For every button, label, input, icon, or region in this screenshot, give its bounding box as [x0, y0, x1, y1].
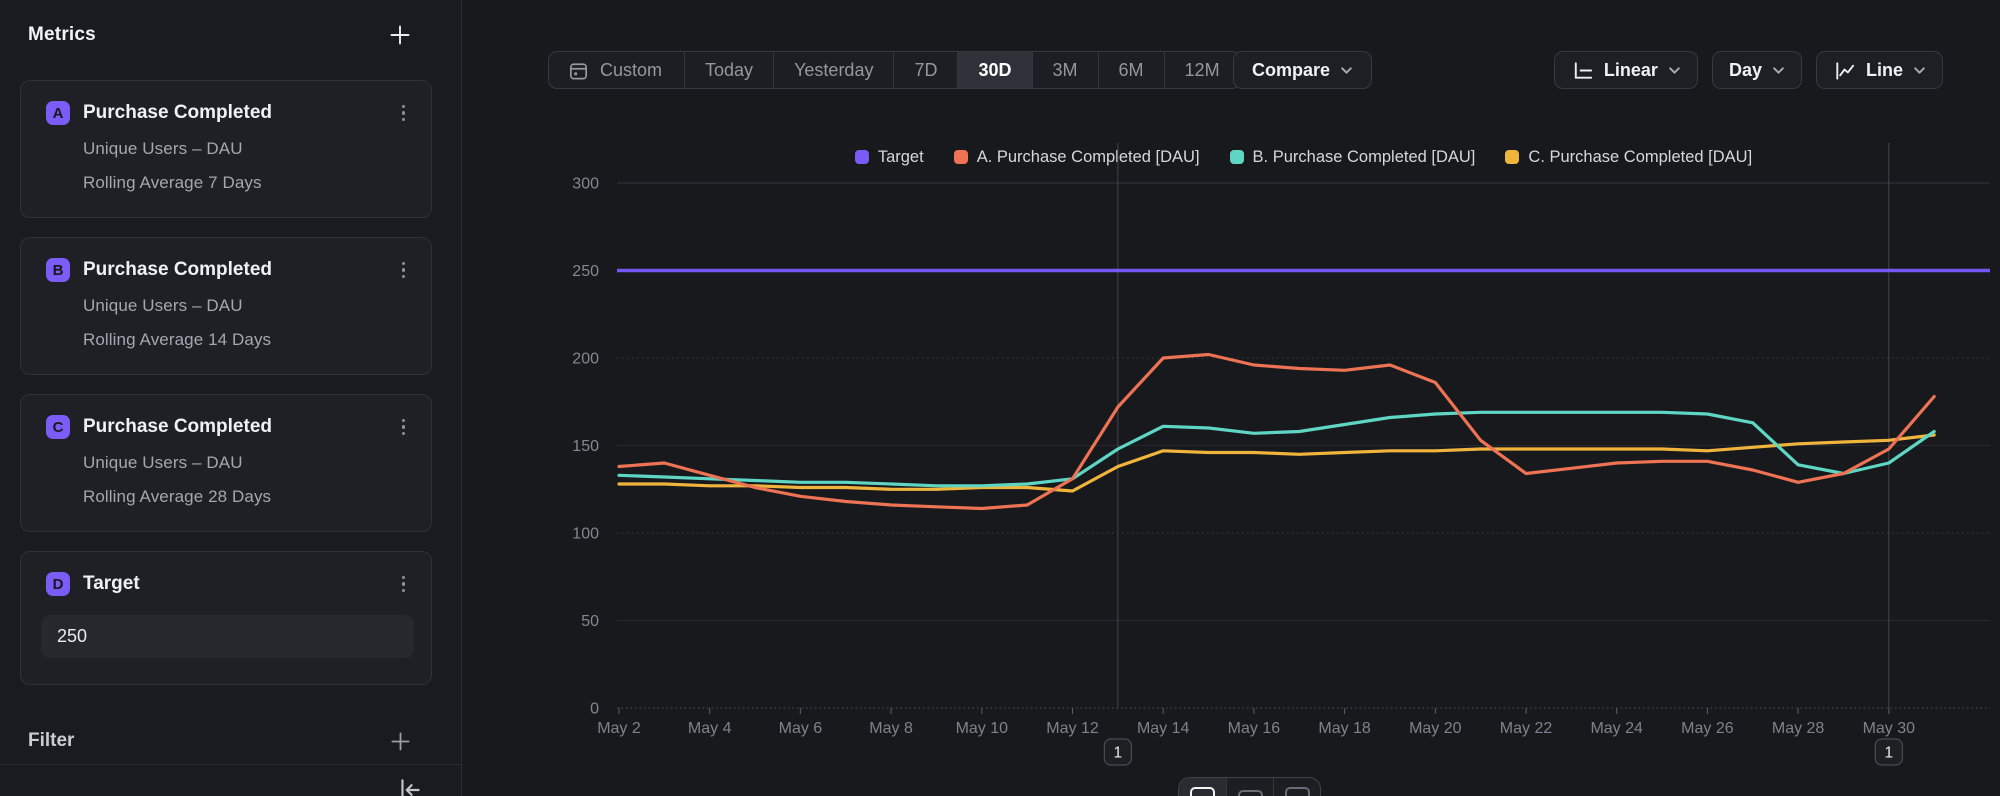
metric-badge: A: [46, 101, 70, 125]
plus-icon: [389, 730, 412, 753]
metrics-title: Metrics: [28, 24, 96, 46]
metric-badge: B: [46, 258, 70, 282]
sidebar-divider: [0, 764, 462, 765]
metric-badge: D: [46, 572, 70, 596]
metric-measurement: Unique Users – DAU: [83, 453, 409, 473]
filter-header: Filter: [0, 726, 462, 756]
filter-label: Filter: [28, 730, 74, 752]
target-value-input[interactable]: 250: [41, 615, 414, 658]
metric-title: Purchase Completed: [83, 259, 398, 281]
svg-text:150: 150: [572, 438, 599, 455]
collapse-sidebar-button[interactable]: [396, 776, 424, 796]
svg-text:50: 50: [581, 613, 599, 630]
svg-text:May 14: May 14: [1137, 720, 1190, 737]
svg-text:May 28: May 28: [1772, 720, 1825, 737]
svg-text:May 18: May 18: [1318, 720, 1371, 737]
svg-text:May 24: May 24: [1590, 720, 1643, 737]
card-menu-button[interactable]: [398, 102, 410, 125]
sidebar: Metrics A Purchase Completed Unique User…: [0, 0, 462, 796]
svg-text:300: 300: [572, 176, 599, 193]
metric-title: Purchase Completed: [83, 416, 398, 438]
svg-text:May 26: May 26: [1681, 720, 1734, 737]
view-toggle-split[interactable]: [1226, 778, 1273, 796]
chart-svg: 050100150200250300May 2May 4May 6May 8Ma…: [462, 0, 2000, 796]
card-menu-button[interactable]: [398, 573, 410, 596]
metric-card[interactable]: B Purchase Completed Unique Users – DAU …: [20, 237, 432, 375]
y-axis-labels: 0 50 100 150 200 250 300: [572, 176, 599, 718]
annotation-badge[interactable]: 1: [1104, 739, 1131, 765]
view-toggle-group: [1178, 777, 1321, 796]
board-view-icon: [1190, 787, 1215, 796]
svg-text:May 16: May 16: [1228, 720, 1281, 737]
metric-card-header: C Purchase Completed: [46, 415, 409, 439]
svg-text:May 22: May 22: [1500, 720, 1553, 737]
plus-icon: [388, 23, 412, 47]
target-card[interactable]: D Target 250: [20, 551, 432, 685]
svg-text:1: 1: [1114, 745, 1123, 762]
view-toggle-table[interactable]: [1273, 778, 1320, 796]
metric-measurement: Unique Users – DAU: [83, 296, 409, 316]
metric-badge: C: [46, 415, 70, 439]
svg-text:May 4: May 4: [688, 720, 732, 737]
metric-measurement: Unique Users – DAU: [83, 139, 409, 159]
metric-rolling-average: Rolling Average 28 Days: [83, 487, 409, 507]
annotation-badge[interactable]: 1: [1875, 739, 1902, 765]
split-view-icon: [1238, 790, 1263, 796]
metric-rolling-average: Rolling Average 14 Days: [83, 330, 409, 350]
card-menu-button[interactable]: [398, 259, 410, 282]
metric-card-list: A Purchase Completed Unique Users – DAU …: [20, 80, 432, 704]
metrics-header: Metrics: [0, 20, 462, 50]
svg-text:250: 250: [572, 263, 599, 280]
view-toggle-chart[interactable]: [1179, 778, 1226, 796]
svg-text:May 2: May 2: [597, 720, 641, 737]
metric-card-header: B Purchase Completed: [46, 258, 409, 282]
x-axis-labels: May 2 May 4 May 6 May 8 May 10 May 12 May 14 Ma…: [597, 708, 1915, 737]
svg-text:May 12: May 12: [1046, 720, 1099, 737]
metric-card[interactable]: A Purchase Completed Unique Users – DAU …: [20, 80, 432, 218]
svg-text:May 6: May 6: [779, 720, 823, 737]
annotation-lines: [1118, 143, 1889, 708]
add-filter-button[interactable]: [389, 730, 412, 753]
svg-text:100: 100: [572, 526, 599, 543]
svg-text:May 30: May 30: [1863, 720, 1916, 737]
table-view-icon: [1285, 787, 1310, 796]
svg-text:1: 1: [1884, 745, 1893, 762]
metric-rolling-average: Rolling Average 7 Days: [83, 173, 409, 193]
svg-text:May 10: May 10: [956, 720, 1009, 737]
target-title: Target: [83, 573, 398, 595]
metric-card[interactable]: C Purchase Completed Unique Users – DAU …: [20, 394, 432, 532]
add-metric-button[interactable]: [388, 23, 412, 47]
collapse-left-icon: [396, 776, 424, 796]
target-card-header: D Target: [46, 572, 409, 596]
card-menu-button[interactable]: [398, 416, 410, 439]
svg-text:May 8: May 8: [869, 720, 913, 737]
metric-title: Purchase Completed: [83, 102, 398, 124]
svg-text:200: 200: [572, 351, 599, 368]
metric-card-header: A Purchase Completed: [46, 101, 409, 125]
svg-text:May 20: May 20: [1409, 720, 1462, 737]
svg-text:0: 0: [590, 701, 599, 718]
